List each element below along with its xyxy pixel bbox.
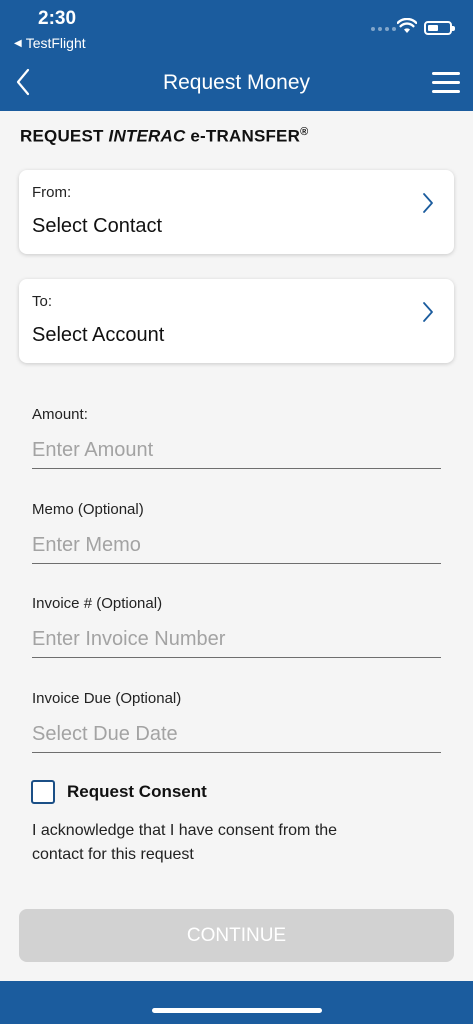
amount-label: Amount: xyxy=(32,406,88,423)
status-bar: 2:30 ◀ TestFlight xyxy=(0,0,473,55)
back-triangle-icon: ◀ xyxy=(14,37,22,49)
back-app-label: TestFlight xyxy=(25,35,86,51)
signal-icon xyxy=(371,27,396,31)
nav-bar: Request Money xyxy=(0,55,473,111)
page-title: Request Money xyxy=(162,71,311,94)
home-indicator[interactable] xyxy=(152,1008,322,1013)
from-value: Select Contact xyxy=(32,215,163,237)
from-contact-selector[interactable]: From: Select Contact xyxy=(19,170,454,254)
chevron-right-icon xyxy=(423,193,433,213)
request-consent-checkbox[interactable] xyxy=(31,780,55,804)
to-value: Select Account xyxy=(32,324,165,346)
invoice-due-date-input[interactable] xyxy=(32,717,441,753)
hamburger-menu-icon[interactable] xyxy=(432,72,460,94)
request-consent-checkbox-row[interactable]: Request Consent xyxy=(31,780,207,804)
invoice-number-label: Invoice # (Optional) xyxy=(32,595,163,612)
memo-label: Memo (Optional) xyxy=(32,501,144,518)
request-consent-label: Request Consent xyxy=(67,782,207,801)
memo-input[interactable] xyxy=(32,528,441,564)
memo-field-group: Memo (Optional) xyxy=(32,501,441,573)
amount-field-group: Amount: xyxy=(32,406,441,478)
invoice-number-field-group: Invoice # (Optional) xyxy=(32,595,441,667)
to-label: To: xyxy=(32,293,53,310)
amount-input[interactable] xyxy=(32,433,441,469)
invoice-due-label: Invoice Due (Optional) xyxy=(32,690,182,707)
wifi-icon xyxy=(397,18,417,33)
from-label: From: xyxy=(32,184,72,201)
invoice-due-field-group: Invoice Due (Optional) xyxy=(32,690,441,762)
chevron-right-icon xyxy=(423,302,433,322)
consent-acknowledgement-text: I acknowledge that I have consent from t… xyxy=(32,822,338,863)
invoice-number-input[interactable] xyxy=(32,622,441,658)
status-time: 2:30 xyxy=(38,8,77,29)
battery-icon xyxy=(424,21,455,35)
back-to-app-link[interactable]: ◀ TestFlight xyxy=(14,35,86,51)
to-account-selector[interactable]: To: Select Account xyxy=(19,279,454,363)
bottom-bar xyxy=(0,981,473,1024)
section-title: REQUEST INTERAC e-TRANSFER® xyxy=(20,126,309,146)
continue-button[interactable]: CONTINUE xyxy=(19,909,454,962)
